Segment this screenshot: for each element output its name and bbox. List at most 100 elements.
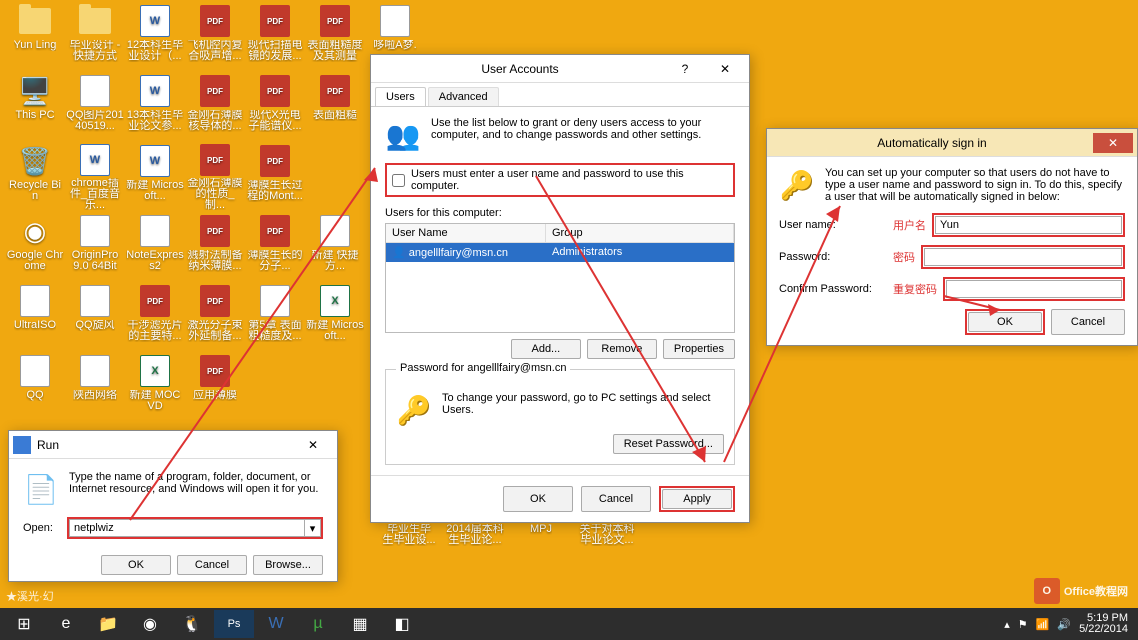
ua-password-text: To change your password, go to PC settin… (442, 392, 724, 428)
desktop-icon[interactable]: NoteExpress2 (126, 214, 184, 280)
desktop-icon[interactable]: W12本科生毕业设计（... (126, 4, 184, 70)
desktop-icon[interactable]: PDF表面粗糙度及其测量 (306, 4, 364, 70)
desktop-icon[interactable]: QQ (6, 354, 64, 420)
taskbar-clock[interactable]: 5:19 PM 5/22/2014 (1079, 613, 1128, 635)
desktop-icon[interactable]: PDF应用薄膜 (186, 354, 244, 420)
desktop-icon[interactable]: X新建 MOCVD (126, 354, 184, 420)
desktop-icon[interactable]: X新建 Microsoft... (306, 284, 364, 350)
auto-user-label: User name: (779, 219, 887, 231)
desktop-icon[interactable]: UltraISO (6, 284, 64, 350)
auto-title: Automatically sign in (771, 136, 1093, 150)
desktop-icon[interactable]: PDF表面粗糙 (306, 74, 364, 140)
ua-cancel-button[interactable]: Cancel (581, 486, 651, 512)
desktop-icon[interactable]: PDF薄膜生长过程的Mont... (246, 144, 304, 210)
start-button[interactable]: ⊞ (4, 610, 44, 638)
desktop-icon[interactable]: 陕西网络 (66, 354, 124, 420)
ua-col-group[interactable]: Group (546, 224, 734, 242)
auto-text: You can set up your computer so that use… (825, 167, 1125, 203)
auto-user-input[interactable] (935, 216, 1122, 234)
desktop-icon[interactable] (246, 354, 304, 420)
taskbar-qq-icon[interactable]: 🐧 (172, 610, 212, 638)
desktop-icon[interactable]: W新建 Microsoft... (126, 144, 184, 210)
desktop-icon[interactable] (306, 354, 364, 420)
close-button[interactable]: ✕ (293, 435, 333, 455)
taskbar-ie-icon[interactable]: e (46, 610, 86, 638)
taskbar-app-icon[interactable]: ▦ (340, 610, 380, 638)
ua-user-list[interactable]: User Name Group 👤 angelllfairy@msn.cn Ad… (385, 223, 735, 333)
desktop-icon[interactable]: PDF激光分子束外延制备... (186, 284, 244, 350)
ua-require-password-row[interactable]: Users must enter a user name and passwor… (385, 163, 735, 197)
auto-cancel-button[interactable]: Cancel (1051, 309, 1125, 335)
auto-pwd-label: Password: (779, 251, 887, 263)
desktop-icon[interactable]: PDF金刚石薄膜的性质_制... (186, 144, 244, 210)
run-ok-button[interactable]: OK (101, 555, 171, 575)
desktop-icon[interactable]: Wchrome插件_百度音乐... (66, 144, 124, 210)
taskbar: ⊞ e 📁 ◉ 🐧 Ps W µ ▦ ◧ ▴ ⚑ 📶 🔊 5:19 PM 5/2… (0, 608, 1138, 640)
tray-network-icon[interactable]: 📶 (1036, 618, 1050, 631)
taskbar-app2-icon[interactable]: ◧ (382, 610, 422, 638)
desktop-icon[interactable]: OriginPro 9.0 64Bit (66, 214, 124, 280)
desktop-icon[interactable]: 🗑️Recycle Bin (6, 144, 64, 210)
desktop-icon[interactable]: W13本科生毕业论文参... (126, 74, 184, 140)
ua-require-password-checkbox[interactable] (392, 174, 405, 187)
tray-up-icon[interactable]: ▴ (1004, 618, 1010, 631)
ua-col-username[interactable]: User Name (386, 224, 546, 242)
taskbar-chrome-icon[interactable]: ◉ (130, 610, 170, 638)
desktop-icon[interactable]: ◉Google Chrome (6, 214, 64, 280)
auto-signin-dialog: Automatically sign in ✕ 🔑 You can set up… (766, 128, 1138, 346)
auto-titlebar[interactable]: Automatically sign in ✕ (767, 129, 1137, 157)
taskbar-utorrent-icon[interactable]: µ (298, 610, 338, 638)
auto-confirm-input[interactable] (946, 280, 1122, 298)
ua-add-button[interactable]: Add... (511, 339, 581, 359)
close-button[interactable]: ✕ (1093, 133, 1133, 153)
taskbar-explorer-icon[interactable]: 📁 (88, 610, 128, 638)
auto-ok-button[interactable]: OK (968, 312, 1042, 332)
tab-advanced[interactable]: Advanced (428, 87, 499, 106)
ua-help-button[interactable]: ? (665, 59, 705, 79)
auto-pwd-input[interactable] (924, 248, 1122, 266)
auto-user-note: 用户名 (893, 217, 926, 233)
desktop-icon[interactable]: PDF溅射法制备纳米薄膜... (186, 214, 244, 280)
desktop-icon[interactable]: PDF现代扫描电镜的发展... (246, 4, 304, 70)
desktop-icon[interactable]: 🖥️This PC (6, 74, 64, 140)
desktop-icon[interactable]: Yun Ling (6, 4, 64, 70)
tray-sound-icon[interactable]: 🔊 (1057, 618, 1071, 631)
users-icon: 👥 (385, 117, 421, 153)
ua-ok-button[interactable]: OK (503, 486, 573, 512)
ua-titlebar[interactable]: User Accounts ? ✕ (371, 55, 749, 83)
run-titlebar[interactable]: Run ✕ (9, 431, 337, 459)
tab-users[interactable]: Users (375, 87, 426, 106)
ua-reset-password-button[interactable]: Reset Password... (613, 434, 724, 454)
ua-user-row[interactable]: 👤 angelllfairy@msn.cn Administrators (386, 243, 734, 262)
run-browse-button[interactable]: Browse... (253, 555, 323, 575)
desktop-icon[interactable]: PDF干涉滤光片的主要特... (126, 284, 184, 350)
ua-apply-button[interactable]: Apply (662, 489, 732, 509)
tray-flag-icon[interactable]: ⚑ (1018, 618, 1028, 631)
run-program-icon: 📄 (23, 471, 59, 507)
desktop-icon[interactable]: QQ旋风 (66, 284, 124, 350)
desktop-icon[interactable]: PDF薄膜生长的分子... (246, 214, 304, 280)
desktop-icon[interactable]: PDF现代X光电子能谱仪... (246, 74, 304, 140)
ua-password-legend: Password for angelllfairy@msn.cn (396, 362, 570, 374)
ua-instruction: Use the list below to grant or deny user… (431, 117, 735, 153)
desktop-icon[interactable]: PDF飞机腔内复合吸声增... (186, 4, 244, 70)
desktop-icon[interactable] (306, 144, 364, 210)
keys-icon: 🔑 (779, 167, 815, 203)
desktop-icon[interactable]: 新建 快捷方... (306, 214, 364, 280)
close-button[interactable]: ✕ (705, 59, 745, 79)
run-dialog: Run ✕ 📄 Type the name of a program, fold… (8, 430, 338, 582)
desktop-icon[interactable]: PDF金刚石薄膜核导体的... (186, 74, 244, 140)
run-open-dropdown[interactable]: ▾ (305, 519, 321, 537)
taskbar-ps-icon[interactable]: Ps (214, 610, 254, 638)
ua-properties-button[interactable]: Properties (663, 339, 735, 359)
run-open-input[interactable] (69, 519, 305, 537)
taskbar-word-icon[interactable]: W (256, 610, 296, 638)
ua-remove-button[interactable]: Remove (587, 339, 657, 359)
desktop-icon[interactable]: QQ图片20140519... (66, 74, 124, 140)
desktop-icon[interactable]: 毕业设计 - 快捷方式 (66, 4, 124, 70)
run-instruction: Type the name of a program, folder, docu… (69, 471, 323, 507)
run-cancel-button[interactable]: Cancel (177, 555, 247, 575)
key-icon: 🔑 (396, 392, 432, 428)
system-tray[interactable]: ▴ ⚑ 📶 🔊 5:19 PM 5/22/2014 (1004, 613, 1134, 635)
desktop-icon[interactable]: 第5章 表面粗糙度及... (246, 284, 304, 350)
